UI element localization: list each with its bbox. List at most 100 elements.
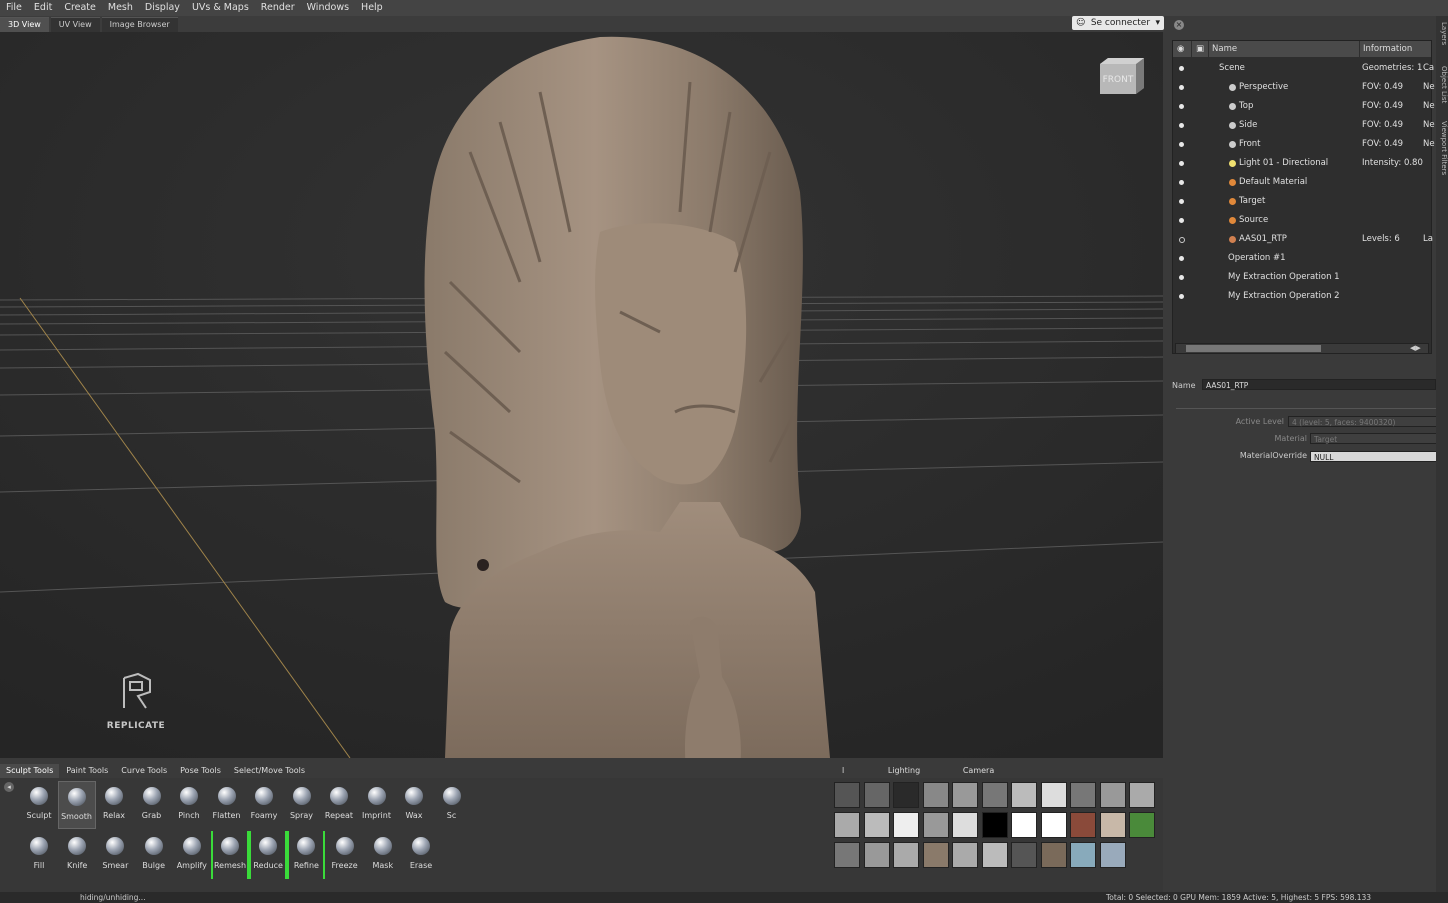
material-swatch[interactable] xyxy=(981,842,1008,868)
material-swatch[interactable] xyxy=(952,842,978,868)
tool-relax[interactable]: Relax xyxy=(95,781,133,829)
material-swatch[interactable] xyxy=(1070,812,1096,838)
tool-flatten[interactable]: Flatten xyxy=(208,781,246,829)
tree-row-light-01-directional[interactable]: Light 01 - Directional Intensity: 0.80 xyxy=(1173,154,1431,173)
tab-3d-view[interactable]: 3D View xyxy=(0,17,49,32)
tool-fill[interactable]: Fill xyxy=(20,831,58,879)
menu-file[interactable]: File xyxy=(0,0,28,16)
viewport-3d[interactable] xyxy=(0,32,1163,758)
tool-amplify[interactable]: Amplify xyxy=(173,831,211,879)
tool-sculpt[interactable]: Sculpt xyxy=(20,781,58,829)
menu-uvs-maps[interactable]: UVs & Maps xyxy=(186,0,255,16)
tool-remesh[interactable]: Remesh xyxy=(211,831,249,879)
panel-collapse-icon[interactable]: ◂ xyxy=(4,782,14,792)
visibility-toggle-icon[interactable] xyxy=(1179,199,1184,204)
tree-row-scene[interactable]: Scene Geometries: 1 Ca xyxy=(1173,59,1434,78)
visibility-toggle-icon[interactable] xyxy=(1179,237,1185,243)
tab-uv-view[interactable]: UV View xyxy=(50,17,100,32)
material-swatch[interactable] xyxy=(1099,782,1126,808)
material-swatch[interactable] xyxy=(1040,842,1067,868)
tab-sculpt-tools[interactable]: Sculpt Tools xyxy=(0,764,60,778)
menu-render[interactable]: Render xyxy=(255,0,301,16)
menu-create[interactable]: Create xyxy=(58,0,102,16)
tab-lighting-presets[interactable]: Lighting Presets xyxy=(881,764,956,789)
active-level-select[interactable]: 4 (level: 5, faces: 9400320) xyxy=(1288,416,1438,427)
tab-pose-tools[interactable]: Pose Tools xyxy=(174,764,227,778)
material-swatch[interactable] xyxy=(1040,812,1067,838)
tool-smear[interactable]: Smear xyxy=(96,831,134,879)
material-swatch[interactable] xyxy=(863,842,890,868)
material-swatch[interactable] xyxy=(863,782,890,808)
material-swatch[interactable] xyxy=(1129,782,1155,808)
scroll-arrows-icon[interactable]: ◀▶ xyxy=(1410,344,1426,353)
visibility-toggle-icon[interactable] xyxy=(1179,104,1184,109)
tree-row-front[interactable]: Front FOV: 0.49 Ne xyxy=(1173,135,1435,154)
material-swatch[interactable] xyxy=(1129,812,1155,838)
material-swatch[interactable] xyxy=(1070,782,1096,808)
menu-windows[interactable]: Windows xyxy=(301,0,355,16)
material-swatch[interactable] xyxy=(863,812,890,838)
tool-spray[interactable]: Spray xyxy=(283,781,321,829)
menu-display[interactable]: Display xyxy=(139,0,186,16)
material-swatch[interactable] xyxy=(981,782,1008,808)
tree-row-operation-1[interactable]: Operation #1 xyxy=(1173,249,1431,268)
material-swatch[interactable] xyxy=(834,782,860,808)
tab-curve-tools[interactable]: Curve Tools xyxy=(115,764,174,778)
tree-row-perspective[interactable]: Perspective FOV: 0.49 Ne xyxy=(1173,78,1435,97)
tab-image-browser[interactable]: Image Browser xyxy=(101,17,178,32)
tree-row-side[interactable]: Side FOV: 0.49 Ne xyxy=(1173,116,1435,135)
material-swatch[interactable] xyxy=(834,842,860,868)
visibility-toggle-icon[interactable] xyxy=(1179,218,1184,223)
tab-select-move-tools[interactable]: Select/Move Tools xyxy=(227,764,311,778)
tab-camera-bookmarks[interactable]: Camera Bookmarks xyxy=(956,764,1045,789)
tool-mask[interactable]: Mask xyxy=(364,831,402,879)
tool-refine[interactable]: Refine xyxy=(287,831,326,879)
name-column-header[interactable]: Name xyxy=(1209,41,1359,57)
tree-row-top[interactable]: Top FOV: 0.49 Ne xyxy=(1173,97,1435,116)
tree-row-source[interactable]: Source xyxy=(1173,211,1431,230)
visibility-toggle-icon[interactable] xyxy=(1179,123,1184,128)
tool-freeze[interactable]: Freeze xyxy=(326,831,364,879)
material-swatch[interactable] xyxy=(1011,842,1037,868)
material-swatch[interactable] xyxy=(893,812,919,838)
visibility-toggle-icon[interactable] xyxy=(1179,275,1184,280)
tree-row-my-extraction-operation-1[interactable]: My Extraction Operation 1 xyxy=(1173,268,1431,287)
visibility-toggle-icon[interactable] xyxy=(1179,294,1184,299)
tree-row-my-extraction-operation-2[interactable]: My Extraction Operation 2 xyxy=(1173,287,1431,306)
tool-repeat[interactable]: Repeat xyxy=(320,781,358,829)
material-swatch[interactable] xyxy=(893,782,919,808)
tree-row-aas01-rtp[interactable]: AAS01_RTP Levels: 6 La xyxy=(1173,230,1433,249)
material-swatch[interactable] xyxy=(1011,812,1037,838)
material-swatch[interactable] xyxy=(893,842,919,868)
visibility-column-header[interactable]: ◉ xyxy=(1173,41,1191,57)
material-swatch[interactable] xyxy=(1040,782,1067,808)
material-swatch[interactable] xyxy=(922,782,949,808)
lock-column-header[interactable]: ▣ xyxy=(1192,41,1208,57)
material-swatch[interactable] xyxy=(922,812,949,838)
tool-imprint[interactable]: Imprint xyxy=(358,781,396,829)
collapse-button[interactable]: × xyxy=(1174,20,1184,30)
visibility-toggle-icon[interactable] xyxy=(1179,256,1184,261)
tree-row-target[interactable]: Target xyxy=(1173,192,1431,211)
menu-edit[interactable]: Edit xyxy=(28,0,58,16)
visibility-toggle-icon[interactable] xyxy=(1179,85,1184,90)
view-cube[interactable]: FRONT xyxy=(1098,56,1144,96)
material-swatch[interactable] xyxy=(952,812,978,838)
tree-horizontal-scrollbar[interactable]: ◀▶ xyxy=(1175,343,1429,354)
material-override-select[interactable]: NULL xyxy=(1310,451,1438,462)
tool-pinch[interactable]: Pinch xyxy=(170,781,208,829)
side-tab-object-list[interactable]: Object List xyxy=(1436,66,1448,103)
material-swatch[interactable] xyxy=(1099,812,1126,838)
menu-help[interactable]: Help xyxy=(355,0,389,16)
tool-sc[interactable]: Sc xyxy=(433,781,471,829)
scrollbar-thumb[interactable] xyxy=(1186,345,1321,352)
information-column-header[interactable]: Information xyxy=(1360,41,1431,57)
tool-erase[interactable]: Erase xyxy=(402,831,440,879)
tool-wax[interactable]: Wax xyxy=(395,781,433,829)
visibility-toggle-icon[interactable] xyxy=(1179,142,1184,147)
side-tab-viewport-filters[interactable]: Viewport Filters xyxy=(1436,121,1448,175)
material-swatch[interactable] xyxy=(1099,842,1126,868)
tool-bulge[interactable]: Bulge xyxy=(135,831,173,879)
material-swatch[interactable] xyxy=(834,812,860,838)
visibility-toggle-icon[interactable] xyxy=(1179,66,1184,71)
